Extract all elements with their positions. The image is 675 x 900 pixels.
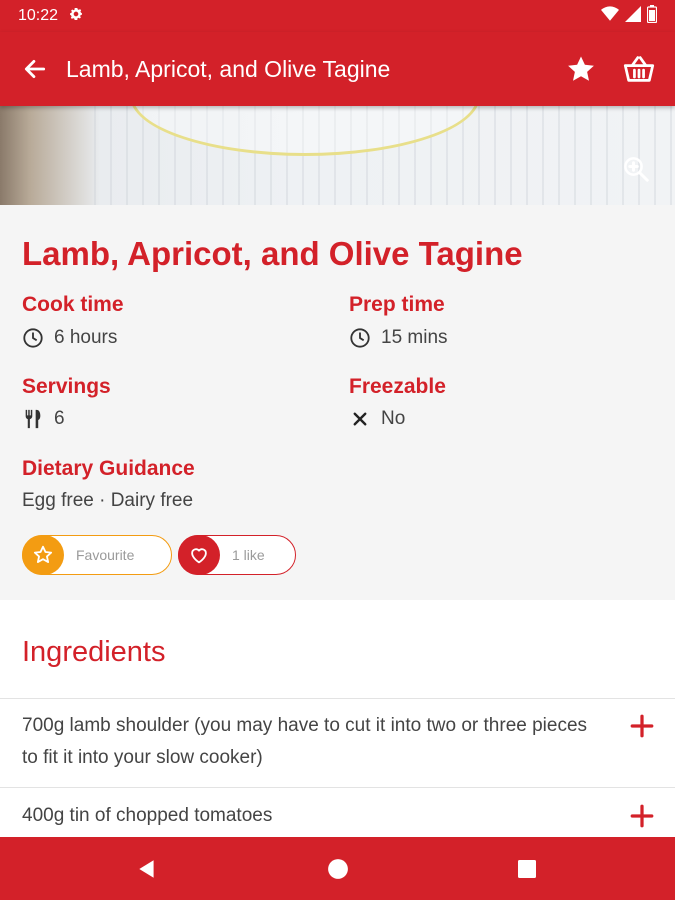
star-outline-icon xyxy=(22,535,64,575)
wifi-icon xyxy=(601,6,619,26)
ingredients-title: Ingredients xyxy=(22,636,166,668)
app-bar: Lamb, Apricot, and Olive Tagine xyxy=(0,32,675,106)
servings-text: 6 xyxy=(54,408,65,429)
home-circle-icon[interactable] xyxy=(323,854,353,884)
prep-time-text: 15 mins xyxy=(381,327,448,348)
recipe-title: Lamb, Apricot, and Olive Tagine xyxy=(22,235,523,272)
signal-icon xyxy=(625,6,641,26)
basket-icon[interactable] xyxy=(621,51,657,87)
back-triangle-icon[interactable] xyxy=(132,854,162,884)
status-bar: 10:22 xyxy=(0,0,675,32)
ingredient-item: 700g lamb shoulder (you may have to cut … xyxy=(22,715,588,768)
freezable-label: Freezable xyxy=(349,375,446,398)
like-button[interactable]: 1 like xyxy=(178,535,296,575)
clock-icon xyxy=(22,327,44,349)
ingredients-section: Ingredients 700g lamb shoulder (you may … xyxy=(0,600,675,837)
freezable-value: No xyxy=(349,408,405,430)
app-bar-title: Lamb, Apricot, and Olive Tagine xyxy=(66,55,391,82)
servings-value: 6 xyxy=(22,408,65,430)
gear-icon xyxy=(68,6,84,26)
add-ingredient-icon[interactable] xyxy=(629,713,655,739)
zoom-in-icon[interactable] xyxy=(621,154,653,186)
ingredient-item: 400g tin of chopped tomatoes xyxy=(22,805,273,826)
cook-time-label: Cook time xyxy=(22,293,124,316)
add-ingredient-icon[interactable] xyxy=(629,803,655,829)
battery-icon xyxy=(646,5,658,27)
cutlery-icon xyxy=(22,408,44,430)
prep-time-value: 15 mins xyxy=(349,327,448,349)
star-icon[interactable] xyxy=(563,51,599,87)
recents-square-icon[interactable] xyxy=(512,854,542,884)
favourite-button[interactable]: Favourite xyxy=(22,535,172,575)
recipe-details: Lamb, Apricot, and Olive Tagine Cook tim… xyxy=(0,205,675,600)
prep-time-label: Prep time xyxy=(349,293,445,316)
divider xyxy=(0,787,675,788)
servings-label: Servings xyxy=(22,375,111,398)
divider xyxy=(0,698,675,699)
system-nav-bar xyxy=(0,837,675,900)
back-arrow-icon[interactable] xyxy=(18,52,52,86)
dietary-value: Egg free · Dairy free xyxy=(22,490,194,511)
cook-time-value: 6 hours xyxy=(22,327,117,349)
freezable-text: No xyxy=(381,408,406,429)
status-time: 10:22 xyxy=(18,7,59,24)
like-count: 1 like xyxy=(232,547,265,563)
clock-icon xyxy=(349,327,371,349)
dietary-label: Dietary Guidance xyxy=(22,457,195,480)
heart-outline-icon xyxy=(178,535,220,575)
cross-icon xyxy=(349,408,371,430)
recipe-hero-image xyxy=(0,106,675,205)
cook-time-text: 6 hours xyxy=(54,327,118,348)
favourite-label: Favourite xyxy=(76,547,135,563)
